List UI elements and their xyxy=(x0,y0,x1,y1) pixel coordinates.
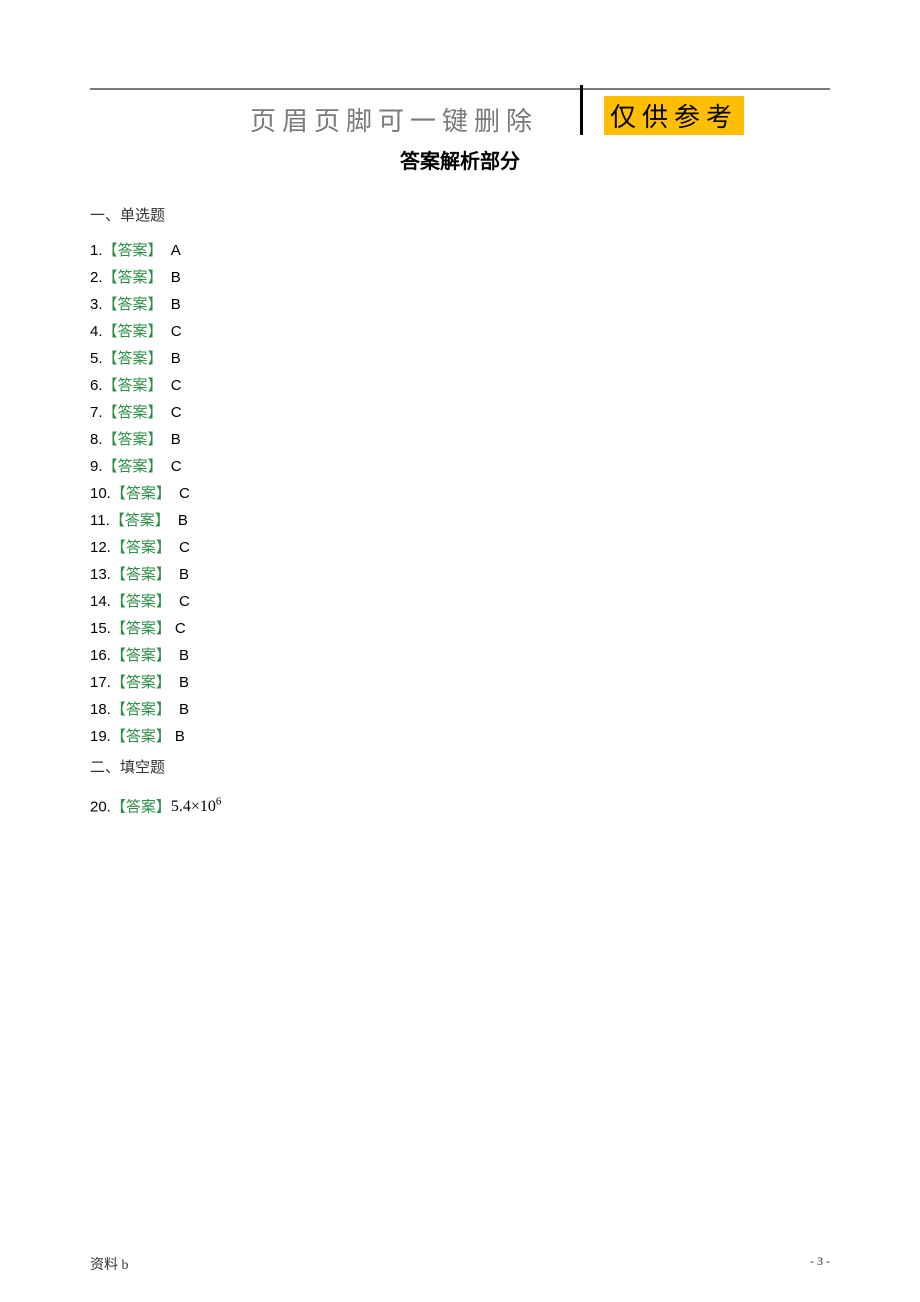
answer-row: 15.【答案】C xyxy=(90,615,830,642)
answer-row: 10.【答案】 C xyxy=(90,480,830,507)
answer-label: 【答案】 xyxy=(111,674,171,691)
answer-number: 8. xyxy=(90,431,103,448)
answer-label: 【答案】 xyxy=(103,458,163,475)
answer-value: C xyxy=(175,620,186,637)
answer-row: 18.【答案】 B xyxy=(90,696,830,723)
answer-row: 19.【答案】B xyxy=(90,723,830,750)
answer-number: 18. xyxy=(90,701,111,718)
answer-value: B xyxy=(167,296,181,313)
answer-row: 6.【答案】 C xyxy=(90,372,830,399)
answer-number: 12. xyxy=(90,539,111,556)
answer-number: 9. xyxy=(90,458,103,475)
answer-number: 2. xyxy=(90,269,103,286)
answer-label: 【答案】 xyxy=(103,431,163,448)
answer-value: A xyxy=(167,242,181,259)
answer-row: 7.【答案】 C xyxy=(90,399,830,426)
formula-base: 5.4×10 xyxy=(171,798,216,815)
answer-value: B xyxy=(175,728,185,745)
answer-row: 3.【答案】 B xyxy=(90,291,830,318)
footer-page-number: - 3 - xyxy=(810,1254,830,1274)
page-footer: 资料 b - 3 - xyxy=(90,1254,830,1274)
answer-number: 5. xyxy=(90,350,103,367)
answer-label: 【答案】 xyxy=(111,798,171,815)
answer-row: 12.【答案】 C xyxy=(90,534,830,561)
answer-value: C xyxy=(175,539,190,556)
answer-value: B xyxy=(175,674,189,691)
answer-label: 【答案】 xyxy=(103,377,163,394)
answer-row: 1.【答案】 A xyxy=(90,237,830,264)
answer-number: 14. xyxy=(90,593,111,610)
header-divider xyxy=(580,85,583,135)
answer-label: 【答案】 xyxy=(103,242,163,259)
answer-row: 8.【答案】 B xyxy=(90,426,830,453)
answer-label: 【答案】 xyxy=(111,647,171,664)
answer-value: B xyxy=(175,647,189,664)
answer-row: 9.【答案】 C xyxy=(90,453,830,480)
answer-row: 5.【答案】 B xyxy=(90,345,830,372)
answer-number: 6. xyxy=(90,377,103,394)
answer-value: C xyxy=(167,323,182,340)
header-right-badge: 仅供参考 xyxy=(604,96,744,135)
multiple-choice-answers: 1.【答案】 A 2.【答案】 B 3.【答案】 B 4.【答案】 C 5.【答… xyxy=(90,237,830,750)
answer-number: 20. xyxy=(90,798,111,815)
answer-value: C xyxy=(175,593,190,610)
answer-label: 【答案】 xyxy=(103,269,163,286)
answer-row: 13.【答案】 B xyxy=(90,561,830,588)
answer-number: 7. xyxy=(90,404,103,421)
answer-number: 4. xyxy=(90,323,103,340)
answer-value: C xyxy=(167,458,182,475)
answer-value: B xyxy=(175,566,189,583)
answer-number: 1. xyxy=(90,242,103,259)
answer-value: B xyxy=(174,512,188,529)
answer-value: C xyxy=(167,404,182,421)
answer-value: B xyxy=(167,431,181,448)
footer-left: 资料 b xyxy=(90,1254,129,1274)
answer-label: 【答案】 xyxy=(111,593,171,610)
answer-number: 11. xyxy=(90,512,110,529)
fill-blank-answer: 20.【答案】5.4×106 xyxy=(90,789,830,820)
answer-label: 【答案】 xyxy=(103,323,163,340)
answer-number: 10. xyxy=(90,485,111,502)
formula-exponent: 6 xyxy=(216,796,222,808)
section-1-heading: 一、单选题 xyxy=(90,204,830,225)
answer-number: 19. xyxy=(90,728,111,745)
section-2-heading: 二、填空题 xyxy=(90,756,830,777)
answer-number: 17. xyxy=(90,674,111,691)
page-title: 答案解析部分 xyxy=(90,145,830,174)
answer-row: 14.【答案】 C xyxy=(90,588,830,615)
answer-formula: 5.4×106 xyxy=(171,798,222,815)
answer-row: 17.【答案】 B xyxy=(90,669,830,696)
answer-row: 2.【答案】 B xyxy=(90,264,830,291)
answer-label: 【答案】 xyxy=(111,620,171,637)
answer-label: 【答案】 xyxy=(103,296,163,313)
answer-value: B xyxy=(167,269,181,286)
answer-number: 13. xyxy=(90,566,111,583)
answer-label: 【答案】 xyxy=(111,566,171,583)
answer-number: 15. xyxy=(90,620,111,637)
header-left-text: 页眉页脚可一键删除 xyxy=(250,101,538,138)
answer-row: 4.【答案】 C xyxy=(90,318,830,345)
answer-row: 11.【答案】 B xyxy=(90,507,830,534)
answer-label: 【答案】 xyxy=(111,701,171,718)
answer-label: 【答案】 xyxy=(111,728,171,745)
answer-label: 【答案】 xyxy=(110,512,170,529)
answer-label: 【答案】 xyxy=(103,404,163,421)
page-header: 页眉页脚可一键删除 仅供参考 xyxy=(90,88,830,90)
answer-value: C xyxy=(167,377,182,394)
answer-value: C xyxy=(175,485,190,502)
answer-label: 【答案】 xyxy=(111,485,171,502)
answer-number: 3. xyxy=(90,296,103,313)
answer-label: 【答案】 xyxy=(111,539,171,556)
answer-label: 【答案】 xyxy=(103,350,163,367)
answer-row: 16.【答案】 B xyxy=(90,642,830,669)
header-underline xyxy=(90,88,830,90)
answer-value: B xyxy=(167,350,181,367)
answer-value: B xyxy=(175,701,189,718)
answer-number: 16. xyxy=(90,647,111,664)
